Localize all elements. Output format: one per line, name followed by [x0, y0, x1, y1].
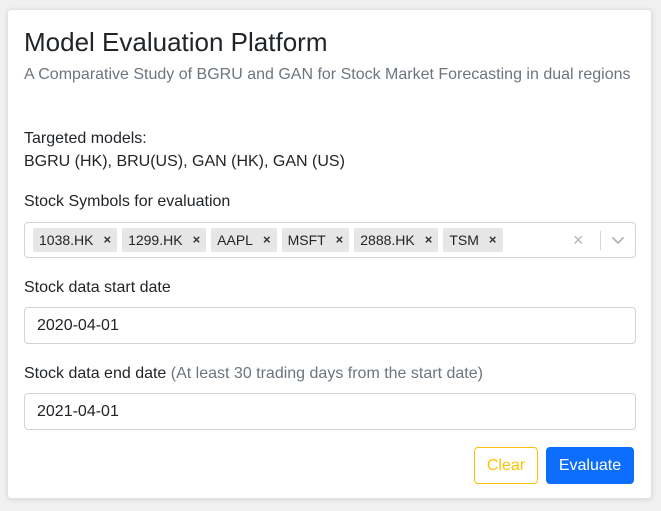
remove-chip-icon[interactable]: × — [263, 228, 271, 252]
symbol-chip-label: MSFT — [287, 232, 326, 248]
models-value: BGRU (HK), BRU(US), GAN (HK), GAN (US) — [24, 153, 345, 170]
start-date-label: Stock data start date — [24, 279, 171, 296]
symbol-chip-label: 1299.HK — [128, 232, 183, 248]
symbol-chip-label: AAPL — [217, 232, 253, 248]
evaluate-button[interactable]: Evaluate — [546, 447, 634, 484]
indicator-separator — [600, 231, 601, 250]
symbol-chip: AAPL × — [211, 228, 277, 252]
end-date-label: Stock data end date (At least 30 trading… — [24, 364, 483, 384]
remove-chip-icon[interactable]: × — [489, 228, 497, 252]
symbol-chip: 2888.HK × — [354, 228, 439, 252]
symbols-multiselect[interactable]: 1038.HK × 1299.HK × AAPL × MSFT × 2888.HK × TSM × × — [24, 222, 636, 258]
symbol-chip-label: 1038.HK — [39, 232, 94, 248]
remove-chip-icon[interactable]: × — [425, 228, 433, 252]
end-date-input[interactable]: 2021-04-01 — [24, 393, 636, 430]
end-date-label-text: Stock data end date — [24, 365, 167, 382]
clear-button[interactable]: Clear — [474, 447, 538, 484]
symbols-label: Stock Symbols for evaluation — [24, 193, 231, 210]
remove-chip-icon[interactable]: × — [103, 228, 111, 252]
remove-chip-icon[interactable]: × — [336, 228, 344, 252]
symbol-chip: MSFT × — [281, 228, 350, 252]
symbol-chip: TSM × — [443, 228, 503, 252]
end-date-hint: (At least 30 trading days from the start… — [170, 365, 483, 382]
symbol-chip-label: 2888.HK — [360, 232, 415, 248]
page-title: Model Evaluation Platform — [24, 27, 328, 57]
symbol-chip-label: TSM — [449, 232, 479, 248]
symbol-chip: 1038.HK × — [33, 228, 118, 252]
start-date-input[interactable]: 2020-04-01 — [24, 307, 636, 344]
clear-all-icon[interactable]: × — [573, 230, 584, 250]
remove-chip-icon[interactable]: × — [193, 228, 201, 252]
models-label: Targeted models: — [24, 130, 147, 147]
selected-symbols: 1038.HK × 1299.HK × AAPL × MSFT × 2888.HK × TSM × — [33, 228, 503, 252]
chevron-down-icon[interactable] — [610, 232, 626, 248]
page-subtitle: A Comparative Study of BGRU and GAN for … — [24, 66, 631, 83]
evaluation-card: Model Evaluation Platform A Comparative … — [7, 9, 652, 499]
symbol-chip: 1299.HK × — [122, 228, 207, 252]
